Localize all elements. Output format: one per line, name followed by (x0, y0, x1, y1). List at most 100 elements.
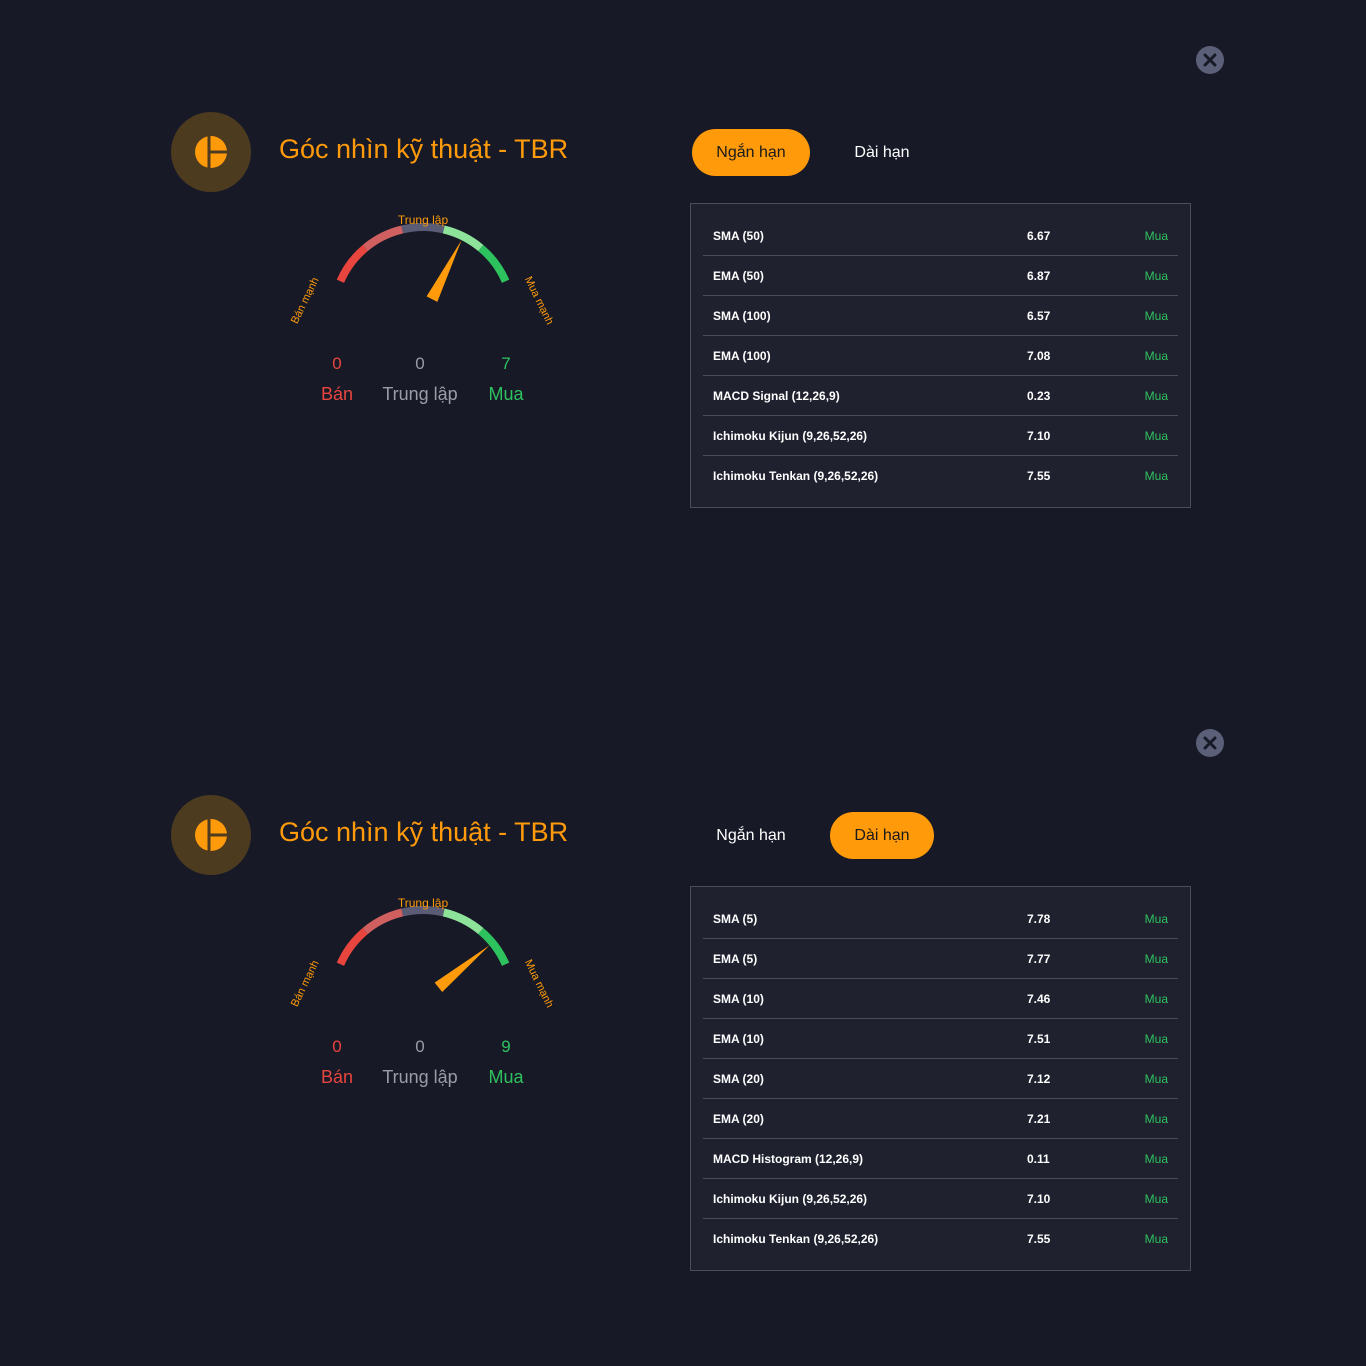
gauge-segment (362, 225, 404, 252)
gauge-label-neutral: Trung lập (398, 896, 449, 910)
indicator-name: EMA (50) (713, 268, 764, 283)
indicator-signal: Mua (1144, 388, 1168, 403)
indicator-value: 7.78 (1027, 911, 1051, 926)
gauge-label-strong-buy: Mua mạnh (522, 275, 556, 327)
indicator-value: 7.10 (1027, 1191, 1051, 1206)
gauge-segment (401, 906, 445, 917)
tab-short-term[interactable]: Ngắn hạn (692, 129, 810, 176)
table-row: SMA (5) 7.78 Mua (703, 899, 1178, 939)
indicator-name: MACD Signal (12,26,9) (713, 388, 840, 403)
indicator-signal: Mua (1144, 1071, 1168, 1086)
page-title: Góc nhìn kỹ thuật - TBR (279, 134, 569, 164)
buy-label: Mua (488, 1067, 524, 1087)
pie-chart-icon (195, 818, 228, 852)
indicator-name: SMA (5) (713, 911, 758, 926)
indicator-signal: Mua (1144, 1111, 1168, 1126)
close-button[interactable] (1196, 46, 1224, 74)
indicator-value: 7.77 (1027, 951, 1051, 966)
indicator-value: 0.23 (1027, 388, 1051, 403)
gauge-label-strong-buy: Mua mạnh (522, 958, 556, 1010)
indicator-name: EMA (100) (713, 348, 771, 363)
table-row: EMA (20) 7.21 Mua (703, 1099, 1178, 1139)
indicator-name: EMA (5) (713, 951, 758, 966)
indicator-name: MACD Histogram (12,26,9) (713, 1151, 864, 1166)
gauge-label-strong-sell: Bán mạnh (289, 276, 322, 326)
indicator-table: SMA (50) 6.67 Mua EMA (50) 6.87 Mua SMA (100) 6… (690, 203, 1191, 508)
gauge-segment (401, 223, 445, 234)
table-row: EMA (10) 7.51 Mua (703, 1019, 1178, 1059)
table-row: Ichimoku Kijun (9,26,52,26) 7.10 Mua (703, 1179, 1178, 1219)
close-button[interactable] (1196, 729, 1224, 757)
buy-count: 7 (501, 354, 511, 373)
indicator-value: 7.55 (1027, 468, 1051, 483)
indicator-table: SMA (5) 7.78 Mua EMA (5) 7.77 Mua SMA (10) 7.46… (690, 886, 1191, 1271)
indicator-value: 7.51 (1027, 1031, 1051, 1046)
indicator-signal: Mua (1144, 428, 1168, 443)
gauge-needle (426, 240, 462, 302)
table-row: Ichimoku Tenkan (9,26,52,26) 7.55 Mua (703, 456, 1178, 495)
indicator-signal: Mua (1144, 911, 1168, 926)
indicator-value: 6.57 (1027, 308, 1051, 323)
indicator-signal: Mua (1144, 228, 1168, 243)
gauge-label-neutral: Trung lập (398, 213, 449, 227)
indicator-value: 7.12 (1027, 1071, 1051, 1086)
indicator-name: SMA (10) (713, 991, 764, 1006)
table-row: MACD Signal (12,26,9) 0.23 Mua (703, 376, 1178, 416)
technical-logo (171, 795, 251, 875)
tab-long-term[interactable]: Dài hạn (830, 812, 934, 859)
indicator-signal: Mua (1144, 1231, 1168, 1246)
table-row: EMA (50) 6.87 Mua (703, 256, 1178, 296)
buy-count: 9 (501, 1037, 511, 1056)
tab-short-term[interactable]: Ngắn hạn (692, 812, 810, 859)
table-row: SMA (10) 7.46 Mua (703, 979, 1178, 1019)
gauge-label-strong-sell: Bán mạnh (289, 959, 322, 1009)
sentiment-gauge: Trung lập Bán mạnh Mua mạnh (289, 896, 556, 1010)
indicator-name: Ichimoku Tenkan (9,26,52,26) (713, 1231, 879, 1246)
table-row: Ichimoku Tenkan (9,26,52,26) 7.55 Mua (703, 1219, 1178, 1258)
indicator-value: 0.11 (1027, 1151, 1050, 1166)
indicator-signal: Mua (1144, 468, 1168, 483)
gauge-segment (336, 244, 368, 283)
indicator-name: Ichimoku Kijun (9,26,52,26) (713, 428, 868, 443)
technical-view-panel-short: Góc nhìn kỹ thuật - TBR Ngắn hạn Dài hạn… (0, 0, 1366, 683)
indicator-signal: Mua (1144, 1151, 1168, 1166)
indicator-value: 7.21 (1027, 1111, 1051, 1126)
pie-chart-icon (195, 135, 228, 169)
gauge-segment (442, 908, 484, 935)
table-row: SMA (100) 6.57 Mua (703, 296, 1178, 336)
indicator-name: Ichimoku Kijun (9,26,52,26) (713, 1191, 868, 1206)
indicator-signal: Mua (1144, 308, 1168, 323)
table-row: SMA (50) 6.67 Mua (703, 216, 1178, 256)
neutral-count: 0 (415, 1037, 425, 1056)
tab-long-term[interactable]: Dài hạn (830, 129, 934, 176)
indicator-signal: Mua (1144, 1191, 1168, 1206)
gauge-segment (336, 927, 368, 966)
neutral-count: 0 (415, 354, 425, 373)
sentiment-gauge: Trung lập Bán mạnh Mua mạnh (289, 213, 556, 327)
table-row: EMA (5) 7.77 Mua (703, 939, 1178, 979)
technical-view-panel-long: Góc nhìn kỹ thuật - TBR Ngắn hạn Dài hạn… (0, 683, 1366, 1366)
indicator-value: 6.67 (1027, 228, 1051, 243)
table-row: Ichimoku Kijun (9,26,52,26) 7.10 Mua (703, 416, 1178, 456)
gauge-segment (442, 225, 484, 252)
indicator-name: SMA (20) (713, 1071, 764, 1086)
indicator-signal: Mua (1144, 991, 1168, 1006)
gauge-segment (478, 927, 510, 966)
indicator-signal: Mua (1144, 951, 1168, 966)
gauge-segment (362, 908, 404, 935)
gauge-needle (434, 945, 490, 992)
table-row: EMA (100) 7.08 Mua (703, 336, 1178, 376)
indicator-name: EMA (20) (713, 1111, 764, 1126)
indicator-value: 7.10 (1027, 428, 1051, 443)
indicator-signal: Mua (1144, 1031, 1168, 1046)
indicator-value: 6.87 (1027, 268, 1051, 283)
gauge-segment (478, 244, 510, 283)
indicator-name: Ichimoku Tenkan (9,26,52,26) (713, 468, 879, 483)
indicator-signal: Mua (1144, 348, 1168, 363)
indicator-name: SMA (100) (713, 308, 771, 323)
close-icon (1203, 53, 1217, 67)
indicator-value: 7.55 (1027, 1231, 1051, 1246)
close-icon (1203, 736, 1217, 750)
indicator-name: SMA (50) (713, 228, 764, 243)
buy-label: Mua (488, 384, 524, 404)
